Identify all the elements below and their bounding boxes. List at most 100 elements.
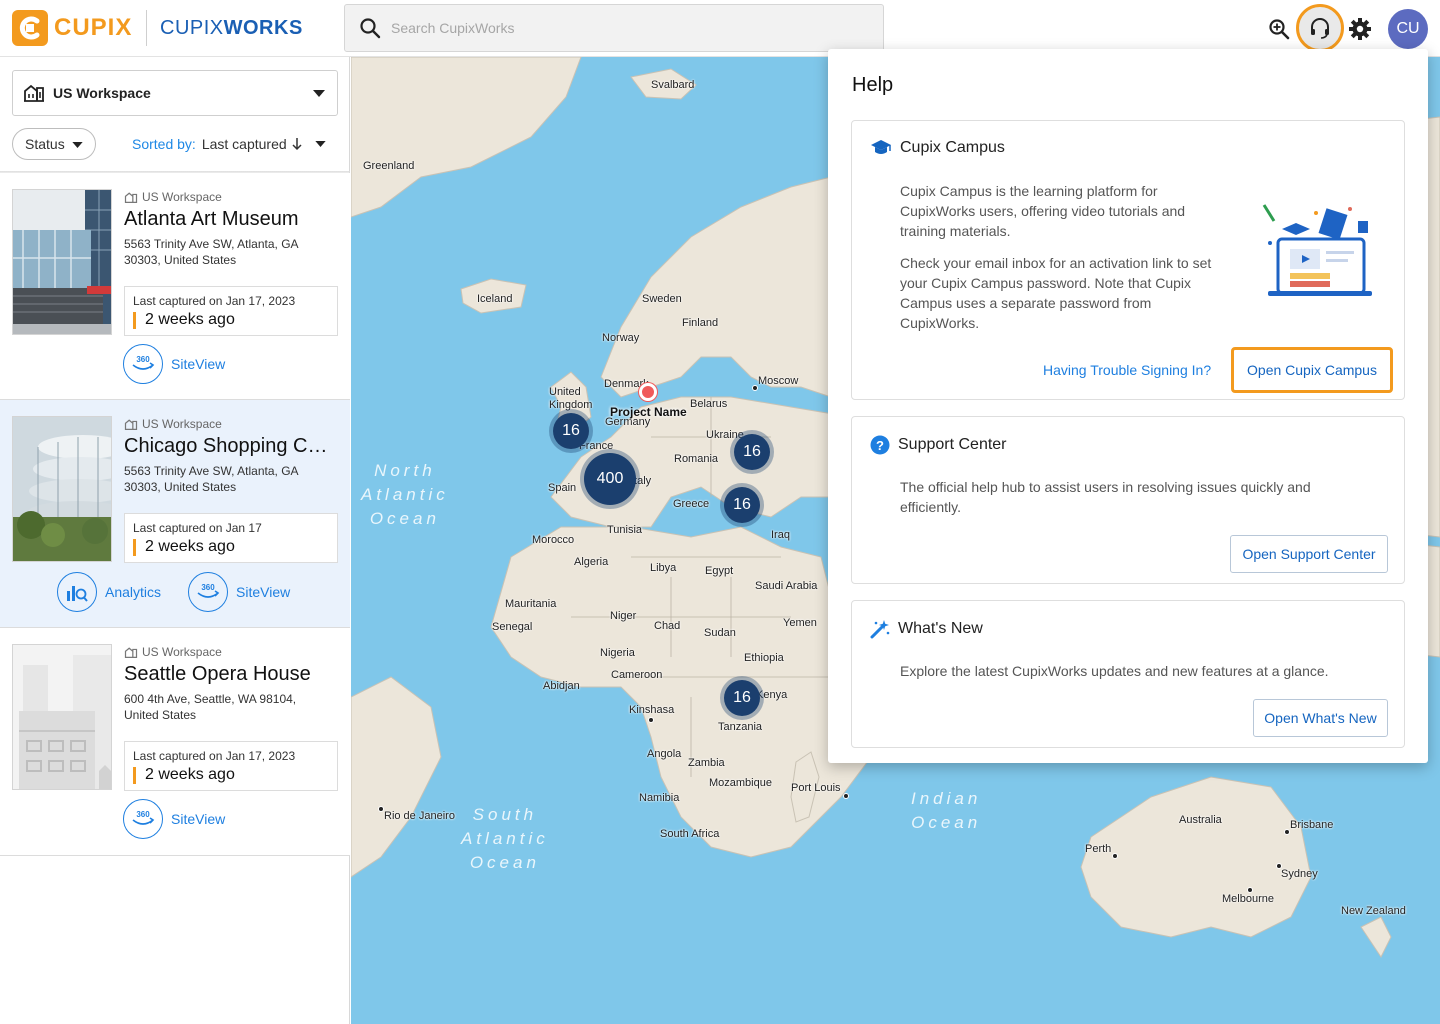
project-card-selected[interactable]: US Workspace Chicago Shopping Center 556… [0,400,350,628]
trouble-signing-in-link[interactable]: Having Trouble Signing In? [1043,362,1211,378]
siteview-360-icon: 360 [188,572,228,612]
map-place-label: Port Louis [791,782,841,794]
last-captured-date: Last captured on Jan 17, 2023 [133,749,296,763]
map-place-label: Sudan [704,627,736,639]
project-address: 600 4th Ave, Seattle, WA 98104, United S… [124,692,297,722]
city-marker [752,385,758,391]
map-cluster[interactable]: 16 [724,680,760,716]
help-panel-title: Help [852,74,894,96]
cupix-logo[interactable]: CUPIX [12,10,132,46]
project-location-pin[interactable] [639,383,657,401]
product-name[interactable]: CUPIXWORKS [160,17,303,40]
map-place-label: Chad [654,620,681,632]
map-place-label: Australia [1179,814,1222,826]
svg-text:?: ? [876,438,884,453]
map-place-label: New Zealand [1341,905,1406,917]
map-cluster[interactable]: 400 [584,453,636,505]
map-place-label: Spain [548,482,577,494]
user-avatar[interactable]: CU [1388,9,1428,49]
map-place-label: Egypt [705,565,734,577]
open-whats-new-button[interactable]: Open What's New [1253,699,1388,737]
workspace-building-icon [24,84,44,102]
status-filter-chip[interactable]: Status [12,128,96,160]
map-place-label: Melbourne [1222,893,1274,905]
settings-button[interactable] [1346,15,1374,43]
map-place-label: Algeria [574,556,609,568]
siteview-button[interactable]: 360 SiteView [123,344,225,384]
whats-new-header: What's New [870,619,983,639]
open-cupix-campus-button[interactable]: Open Cupix Campus [1231,347,1393,393]
project-thumbnail [12,189,112,335]
siteview-360-icon: 360 [123,344,163,384]
help-headset-icon [1311,18,1329,39]
map-place-label: Tanzania [718,721,763,733]
map-place-label: Sydney [1281,868,1318,880]
map-place-label: Romania [674,453,719,465]
workspace-building-icon [124,191,138,203]
project-address: 5563 Trinity Ave SW, Atlanta, GA 30303, … [124,237,298,267]
map-place-label: Yemen [783,617,817,629]
map-place-label: Niger [610,610,637,622]
project-workspace: US Workspace [124,190,222,204]
last-captured-relative: 2 weeks ago [145,311,235,328]
map-cluster[interactable]: 16 [553,413,589,449]
chevron-down-icon [72,142,83,148]
workspace-dropdown[interactable]: US Workspace [12,70,338,116]
map-place-label: Abidjan [543,680,580,692]
project-card[interactable]: US Workspace Atlanta Art Museum 5563 Tri… [0,173,350,400]
last-captured-box: Last captured on Jan 17, 2023 2 weeks ag… [124,741,338,791]
cupix-campus-header: Cupix Campus [870,139,1005,157]
ocean-label: North Atlantic Ocean [361,461,449,528]
search-bar[interactable] [344,4,884,52]
open-support-center-button[interactable]: Open Support Center [1230,535,1388,573]
map-place-label: United Kingdom [549,386,593,411]
last-captured-box: Last captured on Jan 17, 2023 2 weeks ag… [124,286,338,336]
zoom-search-button[interactable] [1264,14,1294,44]
chevron-down-icon [315,141,326,147]
map-place-label: Kenya [756,689,788,701]
map-place-label: Morocco [532,534,575,546]
map-place-label: Libya [650,562,677,574]
map-place-label: Finland [682,317,719,329]
siteview-button[interactable]: 360 SiteView [123,799,225,839]
map-cluster[interactable]: 16 [734,434,770,470]
project-title[interactable]: Seattle Opera House [124,663,338,686]
project-workspace-label: US Workspace [142,645,222,659]
city-marker [1112,853,1118,859]
magic-wand-icon [870,620,890,639]
city-marker [843,793,849,799]
graduation-cap-icon [871,140,891,154]
project-list-panel: US Workspace Status Sorted by: Last capt… [0,57,350,1024]
map-place-label: Ethiopia [744,652,784,664]
search-input[interactable] [391,20,851,36]
city-marker [1276,863,1282,869]
project-title[interactable]: Atlanta Art Museum [124,208,338,231]
analytics-icon [57,572,97,612]
siteview-button[interactable]: 360 SiteView [188,572,290,612]
zoom-search-icon [1269,19,1290,40]
help-panel: Help Cupix Campus Cupix Campus is the le… [828,49,1428,763]
map-place-label: Greece [673,498,710,510]
cupix-campus-instructions: Check your email inbox for an activation… [900,255,1212,331]
city-marker [378,806,384,812]
map-place-label: Mauritania [505,598,557,610]
cupix-campus-description: Cupix Campus is the learning platform fo… [900,183,1186,239]
sort-control[interactable]: Sorted by: Last captured [132,136,326,152]
last-captured-relative: 2 weeks ago [145,538,235,555]
sort-prefix: Sorted by: [132,136,196,152]
building-placeholder-image [13,645,111,789]
project-title[interactable]: Chicago Shopping Center [124,435,338,458]
map-place-label: Tunisia [607,524,643,536]
project-thumbnail [12,644,112,790]
workspace-building-icon [124,418,138,430]
captured-indicator [133,312,136,329]
support-center-header: ? Support Center [870,435,1007,455]
analytics-button[interactable]: Analytics [57,572,161,612]
help-button[interactable] [1296,4,1344,52]
map-cluster[interactable]: 16 [724,487,760,523]
ocean-label: South Atlantic Ocean [461,805,549,872]
cupix-campus-title: Cupix Campus [900,139,1005,156]
project-card[interactable]: US Workspace Seattle Opera House 600 4th… [0,628,350,856]
map-place-label: Greenland [363,160,415,172]
sort-value: Last captured [201,136,287,152]
